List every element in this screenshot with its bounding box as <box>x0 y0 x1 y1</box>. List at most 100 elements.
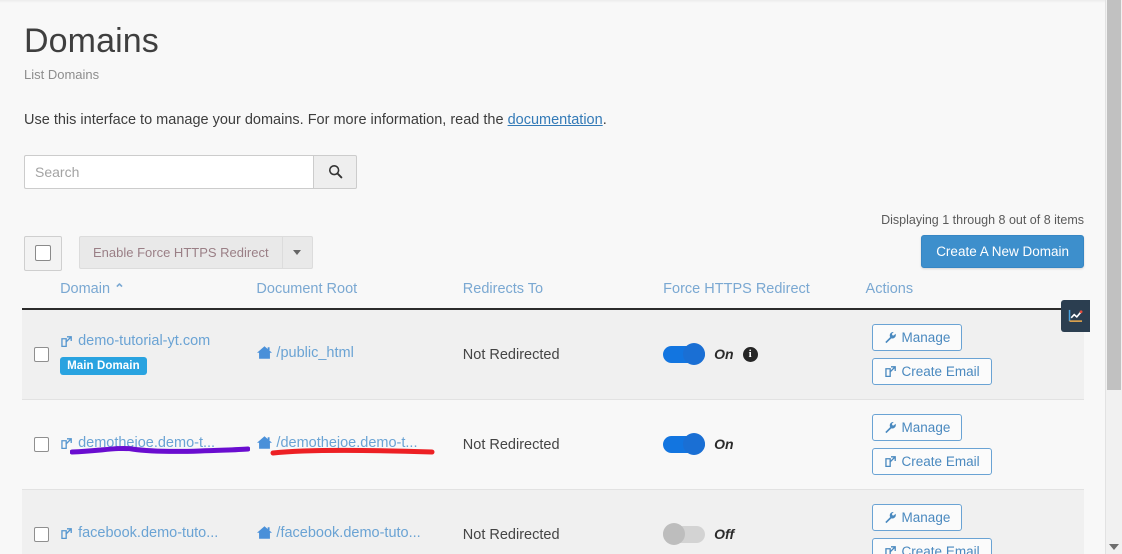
row-force-https-cell: Off <box>663 489 866 554</box>
force-https-toggle[interactable] <box>663 523 706 545</box>
redirects-to-value: Not Redirected <box>462 346 560 363</box>
th-redirects-to[interactable]: Redirects To <box>462 280 664 310</box>
domain-link[interactable]: facebook.demo-tuto... <box>60 525 218 541</box>
force-https-state-label: On <box>714 346 734 362</box>
checkbox-box <box>35 245 51 261</box>
document-root-label: /demothejoe.demo-t... <box>276 434 418 451</box>
bulk-action-bar: Enable Force HTTPS Redirect Create A New… <box>24 234 1106 271</box>
documentation-link[interactable]: documentation <box>508 112 603 128</box>
search-button[interactable] <box>313 154 357 189</box>
force-https-state-label: On <box>714 436 734 452</box>
search-bar <box>24 154 357 189</box>
wrench-icon <box>884 511 896 523</box>
create-a-new-domain-button[interactable]: Create A New Domain <box>921 234 1084 268</box>
scrollbar-thumb[interactable] <box>1107 0 1121 390</box>
force-https-state-label: Off <box>714 526 735 542</box>
sort-asc-icon: ⌃ <box>114 280 125 296</box>
home-icon <box>257 436 273 449</box>
create-email-button-label: Create Email <box>901 363 980 379</box>
th-domain[interactable]: Domain ⌃ <box>60 280 257 310</box>
row-force-https-cell: On i <box>663 308 866 400</box>
create-email-button[interactable]: Create Email <box>871 447 992 475</box>
row-domain-cell: facebook.demo-tuto... <box>60 489 257 554</box>
home-icon <box>257 346 273 359</box>
redirects-to-value: Not Redirected <box>462 436 560 453</box>
table-row: facebook.demo-tuto... /facebook.demo-tut… <box>22 489 1084 554</box>
row-redirects-to-cell: Not Redirected <box>462 489 664 554</box>
document-root-link[interactable]: /facebook.demo-tuto... <box>256 525 421 541</box>
row-document-root-cell: /demothejoe.demo-t... <box>256 399 463 490</box>
wrench-icon <box>884 421 896 433</box>
external-link-icon <box>61 335 72 347</box>
document-root-link[interactable]: /demothejoe.demo-t... <box>256 435 417 451</box>
force-https-toggle-group: On <box>663 433 859 455</box>
manage-button[interactable]: Manage <box>871 413 963 441</box>
table-header-row: Domain ⌃ Document Root Redirects To Force… <box>22 280 1084 310</box>
domain-link[interactable]: demo-tutorial-yt.com <box>60 333 210 349</box>
chevron-down-icon <box>293 249 302 255</box>
domains-table-wrapper: Domain ⌃ Document Root Redirects To Force… <box>22 280 1084 554</box>
domain-link-label: demo-tutorial-yt.com <box>78 333 211 350</box>
row-actions-cell: Manage Create Email <box>865 489 1084 554</box>
page-title: Domains <box>24 22 159 60</box>
breadcrumb: List Domains <box>24 66 100 82</box>
external-link-icon <box>884 365 896 377</box>
table-body: demo-tutorial-yt.com Main Domain /public… <box>22 308 1084 554</box>
force-https-toggle[interactable] <box>663 433 706 455</box>
bulk-action-label[interactable]: Enable Force HTTPS Redirect <box>79 235 282 269</box>
row-redirects-to-cell: Not Redirected <box>462 308 664 400</box>
manage-button[interactable]: Manage <box>871 503 963 531</box>
th-select <box>22 280 61 310</box>
force-https-toggle[interactable] <box>663 343 706 365</box>
document-root-link[interactable]: /public_html <box>256 344 354 361</box>
intro-text-before: Use this interface to manage your domain… <box>24 111 508 128</box>
bulk-action-split-button[interactable]: Enable Force HTTPS Redirect <box>79 235 313 269</box>
intro-text-after: . <box>602 111 607 128</box>
bulk-action-dropdown-toggle[interactable] <box>281 235 313 269</box>
create-email-button-label: Create Email <box>901 453 980 469</box>
redirects-to-value: Not Redirected <box>462 526 560 543</box>
row-checkbox[interactable] <box>34 527 49 543</box>
external-link-icon <box>61 527 72 539</box>
th-force-https-redirect[interactable]: Force HTTPS Redirect <box>663 280 866 310</box>
domains-page: Domains List Domains Use this interface … <box>0 0 1106 554</box>
select-all-checkbox[interactable] <box>24 235 62 271</box>
vertical-scrollbar[interactable] <box>1105 0 1122 554</box>
scroll-down-arrow-icon[interactable] <box>1109 544 1119 550</box>
row-select-cell <box>22 399 61 490</box>
create-email-button[interactable]: Create Email <box>871 537 992 554</box>
search-input[interactable] <box>24 154 313 189</box>
statistics-side-tab[interactable] <box>1061 300 1090 332</box>
th-document-root[interactable]: Document Root <box>256 280 463 310</box>
search-icon <box>328 164 342 179</box>
th-domain-label: Domain <box>60 280 111 297</box>
document-root-label: /public_html <box>276 344 354 361</box>
th-actions: Actions <box>865 280 1084 310</box>
row-select-cell <box>22 489 61 554</box>
row-checkbox[interactable] <box>34 437 49 453</box>
displaying-count: Displaying 1 through 8 out of 8 items <box>881 212 1084 227</box>
external-link-icon <box>61 437 72 449</box>
manage-button-label: Manage <box>901 329 951 345</box>
table-head: Domain ⌃ Document Root Redirects To Force… <box>22 280 1084 310</box>
row-force-https-cell: On <box>663 399 866 490</box>
create-email-button[interactable]: Create Email <box>871 357 992 385</box>
intro-text: Use this interface to manage your domain… <box>0 82 1106 128</box>
row-document-root-cell: /facebook.demo-tuto... <box>256 489 463 554</box>
toggle-knob <box>683 433 706 455</box>
row-document-root-cell: /public_html <box>256 308 463 400</box>
toggle-knob <box>683 343 706 365</box>
domain-link[interactable]: demothejoe.demo-t... <box>60 435 215 451</box>
info-icon[interactable]: i <box>742 346 758 362</box>
row-domain-cell: demothejoe.demo-t... <box>60 399 257 490</box>
row-select-cell <box>22 308 61 400</box>
domains-table: Domain ⌃ Document Root Redirects To Force… <box>22 280 1084 554</box>
force-https-toggle-group: On i <box>663 343 859 365</box>
row-checkbox[interactable] <box>34 347 49 363</box>
row-redirects-to-cell: Not Redirected <box>462 399 664 490</box>
manage-button[interactable]: Manage <box>871 323 963 351</box>
row-actions-cell: Manage Create Email <box>865 399 1084 490</box>
external-link-icon <box>884 455 896 467</box>
page-viewport: Domains List Domains Use this interface … <box>0 0 1106 554</box>
manage-button-label: Manage <box>901 419 951 435</box>
